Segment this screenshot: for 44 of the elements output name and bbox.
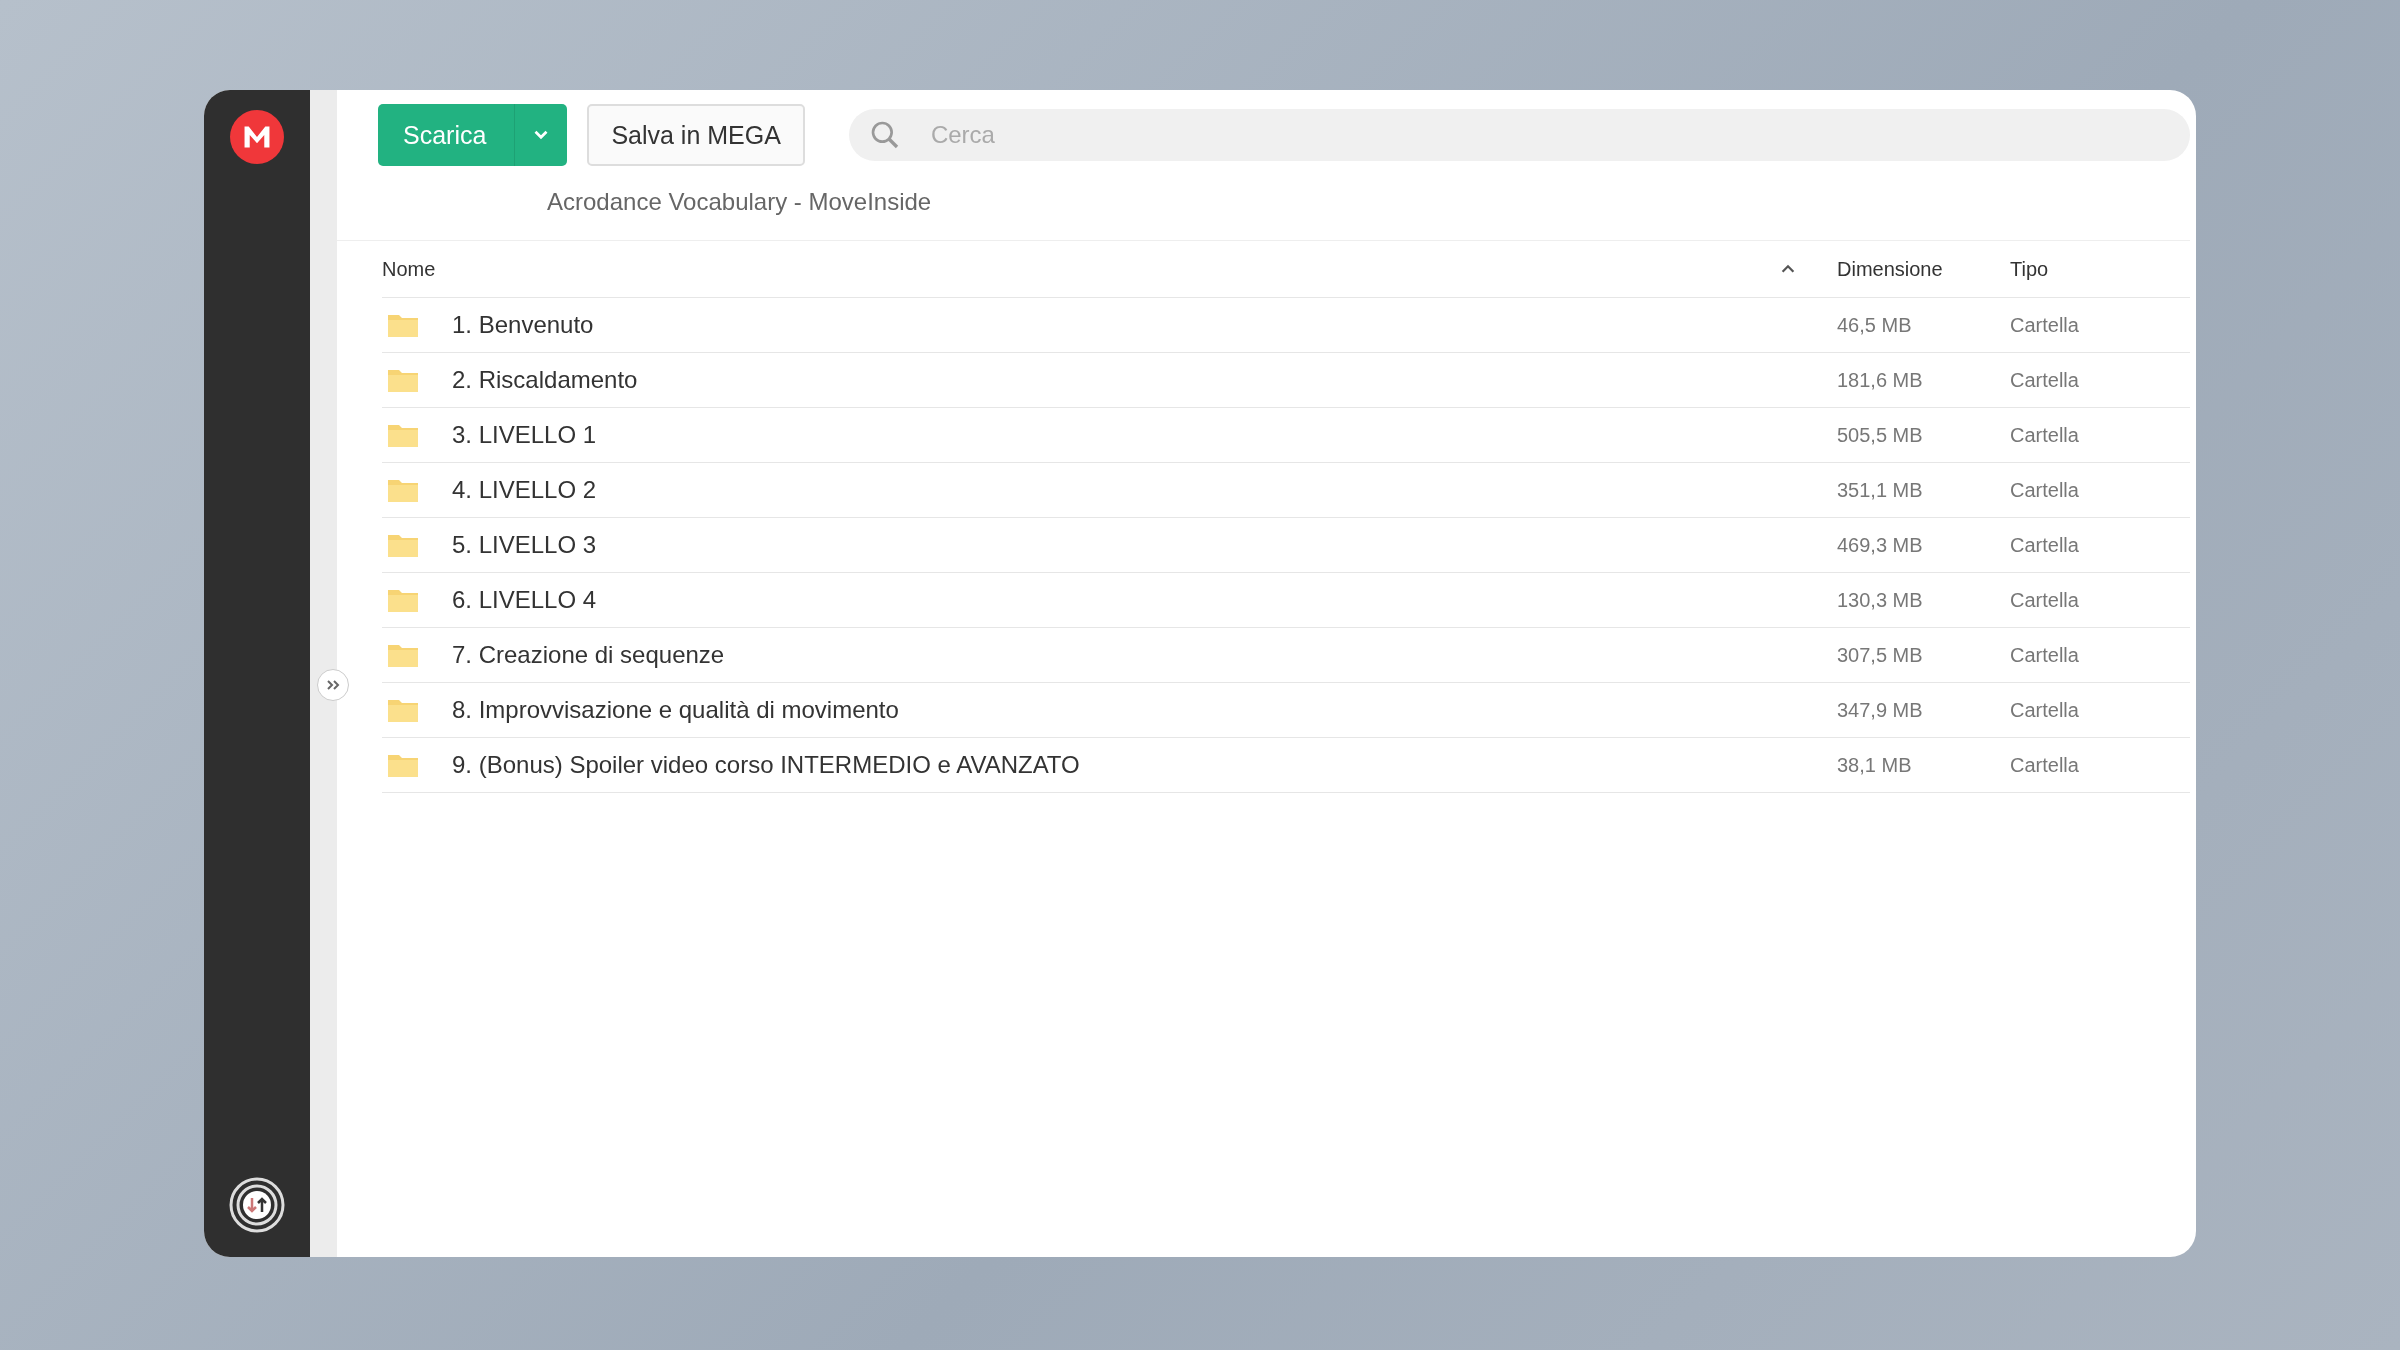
- type-cell: Cartella: [2010, 313, 2079, 336]
- size-cell: 181,6 MB: [1837, 368, 1923, 391]
- folder-icon: [387, 697, 419, 723]
- transfers-icon[interactable]: [229, 1177, 285, 1233]
- folder-icon: [387, 642, 419, 668]
- size-cell: 469,3 MB: [1837, 533, 1923, 556]
- type-cell: Cartella: [2010, 588, 2079, 611]
- column-header[interactable]: Tipo: [2010, 257, 2190, 281]
- search-field[interactable]: Cerca: [848, 109, 2190, 161]
- folder-name[interactable]: 6. LIVELLO 4: [452, 586, 597, 614]
- size-cell: 351,1 MB: [1837, 478, 1923, 501]
- type-cell: Cartella: [2010, 423, 2079, 446]
- folder-name[interactable]: 7. Creazione di sequenze: [452, 641, 725, 669]
- save-to-mega-button[interactable]: Salva in MEGA: [587, 104, 805, 166]
- folder-icon: [387, 422, 419, 448]
- folder-icon: [387, 477, 419, 503]
- folder-icon: [387, 532, 419, 558]
- type-cell: Cartella: [2010, 643, 2079, 666]
- size-cell: 38,1 MB: [1837, 753, 1912, 776]
- type-cell: Cartella: [2010, 368, 2079, 391]
- folder-icon: [387, 587, 419, 613]
- folder-name[interactable]: 3. LIVELLO 1: [452, 421, 597, 449]
- size-cell: 130,3 MB: [1837, 588, 1923, 611]
- folder-name[interactable]: 9. (Bonus) Spoiler video corso INTERMEDIO e AVANZATO: [452, 751, 1080, 779]
- mega-logo[interactable]: [230, 110, 284, 164]
- folder-icon: [387, 752, 419, 778]
- column-header[interactable]: Nome: [382, 257, 436, 281]
- type-cell: Cartella: [2010, 698, 2079, 721]
- folder-name[interactable]: 8. Improvvisazione e qualità di movimento: [452, 696, 899, 724]
- type-cell: Cartella: [2010, 753, 2079, 776]
- folder-title: Acrodance Vocabulary - MoveInside: [546, 187, 933, 217]
- folder-name[interactable]: 5. LIVELLO 3: [452, 531, 597, 559]
- size-cell: 347,9 MB: [1837, 698, 1923, 721]
- folder-icon: [387, 367, 419, 393]
- type-cell: Cartella: [2010, 478, 2079, 501]
- folder-name[interactable]: 2. Riscaldamento: [452, 366, 638, 394]
- column-header[interactable]: Dimensione: [1837, 257, 2010, 281]
- size-cell: 46,5 MB: [1837, 313, 1912, 336]
- type-cell: Cartella: [2010, 533, 2079, 556]
- folder-name[interactable]: 1. Benvenuto: [452, 311, 594, 339]
- folder-icon: [387, 312, 419, 338]
- size-cell: 505,5 MB: [1837, 423, 1923, 446]
- size-cell: 307,5 MB: [1837, 643, 1923, 666]
- folder-name[interactable]: 4. LIVELLO 2: [452, 476, 597, 504]
